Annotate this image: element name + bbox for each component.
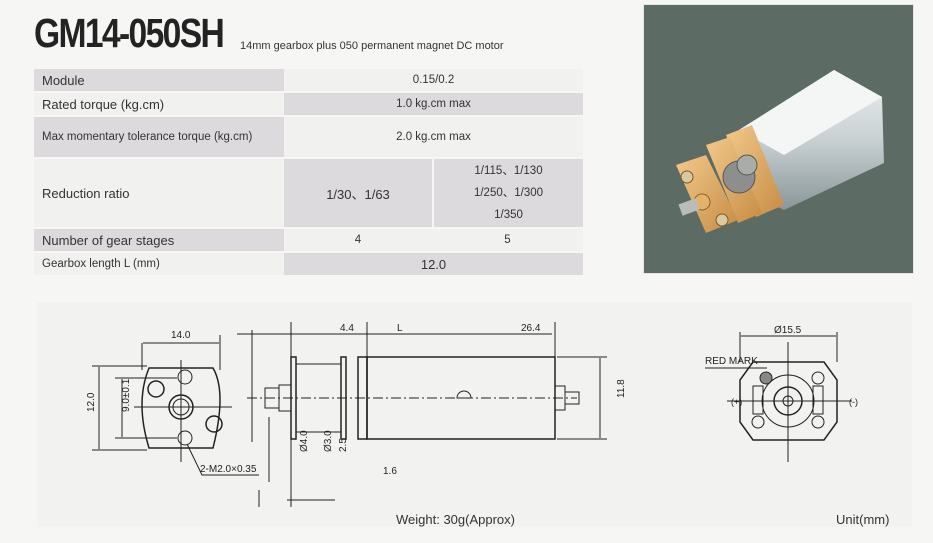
- spec-row-gearbox-length: Gearbox length L (mm) 12.0: [34, 253, 583, 275]
- unit-label: Unit(mm): [836, 512, 890, 527]
- spec-label: Rated torque (kg.cm): [34, 93, 284, 115]
- spec-row-rated-torque: Rated torque (kg.cm) 1.0 kg.cm max: [34, 93, 583, 115]
- red-mark-label: RED MARK: [705, 356, 758, 367]
- dim-flat: 2.5: [338, 438, 349, 452]
- spec-value-4-stage: 4: [284, 229, 432, 251]
- spec-value-5-stage: 1/115、1/130 1/250、1/300 1/350: [432, 159, 583, 227]
- spec-label: Module: [34, 69, 284, 91]
- spec-value-5-stage: 5: [432, 229, 583, 251]
- dim-motor-length: 26.4: [521, 323, 541, 334]
- spec-row-max-torque: Max momentary tolerance torque (kg.cm) 2…: [34, 117, 583, 157]
- side-view: [237, 322, 607, 507]
- gear-motor-illustration: [676, 70, 884, 233]
- dim-thread: 2-M2.0×0.35: [200, 464, 257, 475]
- spec-value: 0.15/0.2: [284, 69, 583, 91]
- dim-shaft-dia-inner: Ø3.0: [323, 430, 334, 452]
- dim-hole-spacing: 9.0±0.1: [121, 378, 132, 412]
- dim-boss: 1.6: [383, 466, 397, 477]
- technical-drawing: 14.0 12.0 9.0±0.1 2-M2.0×0.35 4.4 L 26.4…: [37, 302, 912, 527]
- terminal-minus: (-): [849, 397, 858, 407]
- dim-diameter: Ø15.5: [774, 325, 802, 336]
- ratio-line: 1/250、1/300: [473, 187, 544, 199]
- weight-label: Weight: 30g(Approx): [396, 512, 515, 527]
- spec-label: Number of gear stages: [34, 229, 284, 251]
- front-view: [92, 335, 259, 476]
- model-subtitle: 14mm gearbox plus 050 permanent magnet D…: [240, 40, 504, 52]
- spec-value: 1.0 kg.cm max: [284, 93, 583, 115]
- spec-value: 12.0: [284, 253, 583, 275]
- dim-shaft-length: 4.4: [340, 323, 354, 334]
- dim-front-width: 14.0: [171, 330, 191, 341]
- spec-label: Reduction ratio: [34, 159, 284, 227]
- product-photo: [643, 4, 914, 274]
- spec-label: Max momentary tolerance torque (kg.cm): [34, 117, 284, 157]
- spec-label: Gearbox length L (mm): [34, 253, 284, 275]
- spec-value-4-stage: 1/30、1/63: [284, 159, 432, 227]
- spec-row-gear-stages: Number of gear stages 4 5: [34, 229, 583, 251]
- dim-shaft-dia-outer: Ø4.0: [299, 430, 310, 452]
- model-title: GM14-050SH: [34, 10, 225, 56]
- spec-table: Module 0.15/0.2 Rated torque (kg.cm) 1.0…: [34, 67, 583, 277]
- output-shaft: [678, 198, 700, 216]
- spec-value: 2.0 kg.cm max: [284, 117, 583, 157]
- dim-motor-height: 11.8: [616, 379, 627, 398]
- spec-row-reduction-ratio: Reduction ratio 1/30、1/63 1/115、1/130 1/…: [34, 159, 583, 227]
- terminal-plus: (+): [731, 397, 742, 407]
- ratio-line: 1/115、1/130: [474, 165, 543, 177]
- dim-gearbox-length: L: [397, 323, 403, 334]
- ratio-line: 1/350: [494, 209, 523, 221]
- spec-row-module: Module 0.15/0.2: [34, 69, 583, 91]
- dimension-drawing: 14.0 12.0 9.0±0.1 2-M2.0×0.35 4.4 L 26.4…: [86, 322, 858, 507]
- dim-front-height: 12.0: [86, 392, 97, 412]
- rear-view: [705, 332, 852, 462]
